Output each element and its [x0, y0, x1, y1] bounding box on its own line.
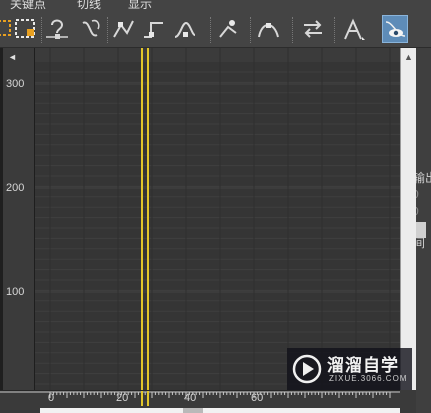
toolbar-separator	[250, 17, 252, 43]
output-label: 输出	[416, 171, 431, 185]
swap-curve-button[interactable]	[300, 15, 326, 43]
insert-key-icon	[219, 20, 237, 38]
step-tangent-button[interactable]	[141, 15, 167, 43]
x-tick-label: 0	[48, 392, 55, 404]
value-field[interactable]: 0	[416, 188, 419, 201]
swap-curve-icon	[304, 20, 322, 38]
adjust-curve-icon	[258, 23, 279, 38]
menu-bar: 关键点 切线 显示	[0, 0, 431, 10]
y-tick-label: 200	[6, 182, 25, 194]
linear-tangent-icon	[113, 20, 134, 38]
filter-keys-icon	[0, 20, 11, 36]
x-tick-label: 20	[116, 392, 129, 404]
select-region-button[interactable]	[13, 15, 39, 43]
collapse-arrow-icon[interactable]: ◄	[8, 52, 17, 62]
step-tangent-icon	[144, 22, 163, 38]
slow-tangent-icon	[174, 21, 196, 38]
toolbar-separator	[210, 17, 212, 43]
scroll-up-arrow-icon[interactable]: ▲	[404, 52, 413, 62]
ease-curve-button[interactable]	[340, 15, 366, 43]
x-tick-label: 60	[251, 392, 264, 404]
break-tangents-icon	[46, 19, 68, 39]
linear-tangent-button[interactable]	[111, 15, 137, 43]
unify-tangents-button[interactable]	[78, 15, 104, 43]
watermark-subtitle: ZIXUE.3066.COM	[329, 374, 408, 383]
menu-display[interactable]: 显示	[128, 0, 152, 10]
unify-tangents-icon	[82, 19, 100, 37]
watermark-title: 溜溜自学	[327, 356, 399, 376]
y-tick-label: 100	[6, 286, 25, 298]
horizontal-scrollbar[interactable]	[0, 406, 416, 413]
toolbar-separator	[334, 17, 336, 43]
curve-editor-toolbar	[0, 10, 431, 48]
ease-curve-icon	[344, 18, 365, 40]
value-field[interactable]: 0	[416, 205, 419, 218]
adjust-curve-button[interactable]	[256, 15, 282, 43]
show-curve-button[interactable]	[382, 15, 408, 43]
graph-gridlines	[35, 48, 400, 390]
menu-tangents[interactable]: 切线	[77, 0, 101, 10]
vertical-scrollbar[interactable]: ▲	[400, 48, 416, 390]
y-tick-label: 300	[6, 78, 25, 90]
insert-key-button[interactable]	[216, 15, 242, 43]
select-region-icon	[15, 19, 35, 38]
watermark: 溜溜自学 ZIXUE.3066.COM	[287, 348, 412, 390]
toolbar-separator	[41, 17, 43, 43]
x-tick-label: 40	[184, 392, 197, 404]
curve-graph[interactable]: ◄ 300 200 100	[0, 48, 400, 390]
toolbar-separator	[107, 17, 109, 43]
ruler-ticks	[0, 391, 400, 407]
time-label: 间	[416, 236, 426, 250]
filter-keys-button[interactable]	[0, 15, 14, 43]
hscroll-thumb[interactable]	[183, 408, 203, 413]
toolbar-separator	[292, 17, 294, 43]
menu-keys[interactable]: 关键点	[10, 0, 46, 10]
break-tangents-button[interactable]	[44, 15, 70, 43]
show-curve-icon	[385, 21, 406, 37]
time-ruler[interactable]: 0 20 40 60	[0, 390, 400, 407]
watermark-play-icon	[292, 354, 322, 384]
hscroll-track	[40, 408, 400, 413]
right-panel: 输出 0 0 间	[416, 48, 431, 413]
slow-tangent-button[interactable]	[172, 15, 198, 43]
